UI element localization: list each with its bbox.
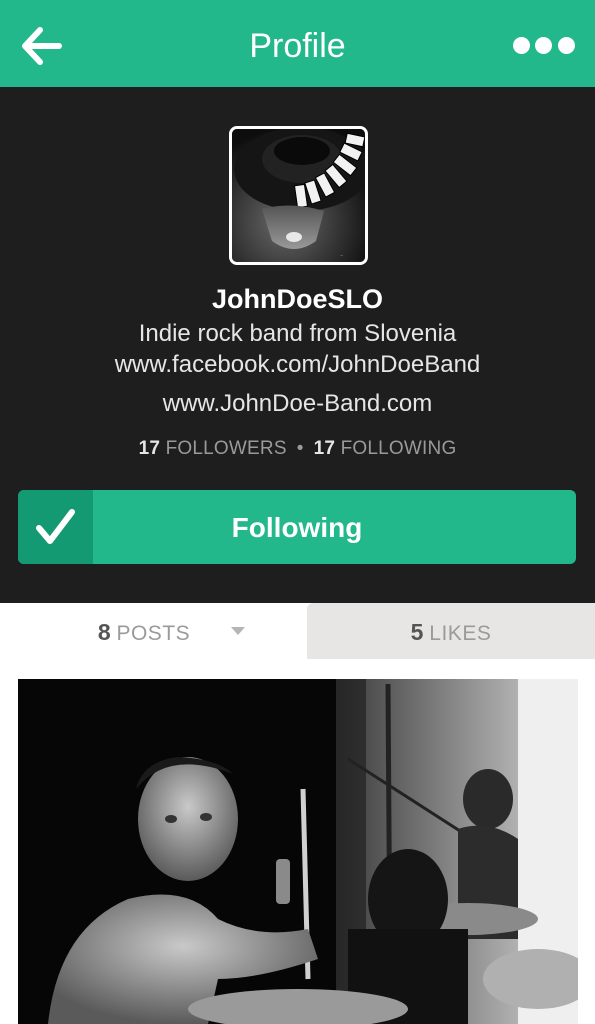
more-dots-icon (513, 37, 530, 54)
follow-stats: 17 FOLLOWERS • 17 FOLLOWING (0, 438, 595, 460)
chevron-down-icon[interactable] (230, 626, 246, 636)
username: JohnDoeSLO (211, 284, 383, 314)
tab-likes[interactable]: 5 LIKES (307, 603, 595, 659)
more-dots-icon (535, 37, 552, 54)
profile-header: ~ JohnDoeSLO Indie rock band from Sloven… (0, 87, 595, 603)
following-count: 17 (313, 438, 336, 459)
posts-label: POSTS (116, 622, 191, 645)
following-stat[interactable]: 17 FOLLOWING (314, 438, 457, 459)
more-options-button[interactable] (513, 36, 575, 56)
stats-separator: • (296, 438, 304, 459)
posts-count: 8 (97, 619, 111, 645)
svg-text:~: ~ (340, 253, 343, 258)
followers-label: FOLLOWERS (165, 438, 287, 459)
website-link[interactable]: www.JohnDoe-Band.com (0, 390, 595, 418)
page-title: Profile (249, 27, 346, 65)
following-label: FOLLOWING (340, 438, 457, 459)
likes-count: 5 (410, 619, 424, 645)
facebook-link[interactable]: www.facebook.com/JohnDoeBand (0, 351, 595, 379)
likes-label: LIKES (429, 622, 492, 645)
avatar[interactable]: ~ (229, 126, 368, 265)
following-button-label: Following (231, 512, 363, 543)
followers-count: 17 (138, 438, 161, 459)
top-bar: Profile (0, 0, 595, 87)
following-button[interactable]: Following (18, 490, 576, 564)
more-dots-icon (558, 37, 575, 54)
followers-stat[interactable]: 17 FOLLOWERS (139, 438, 287, 459)
bio-text: Indie rock band from Slovenia (138, 320, 457, 347)
post-video-thumbnail[interactable] (18, 679, 578, 1024)
